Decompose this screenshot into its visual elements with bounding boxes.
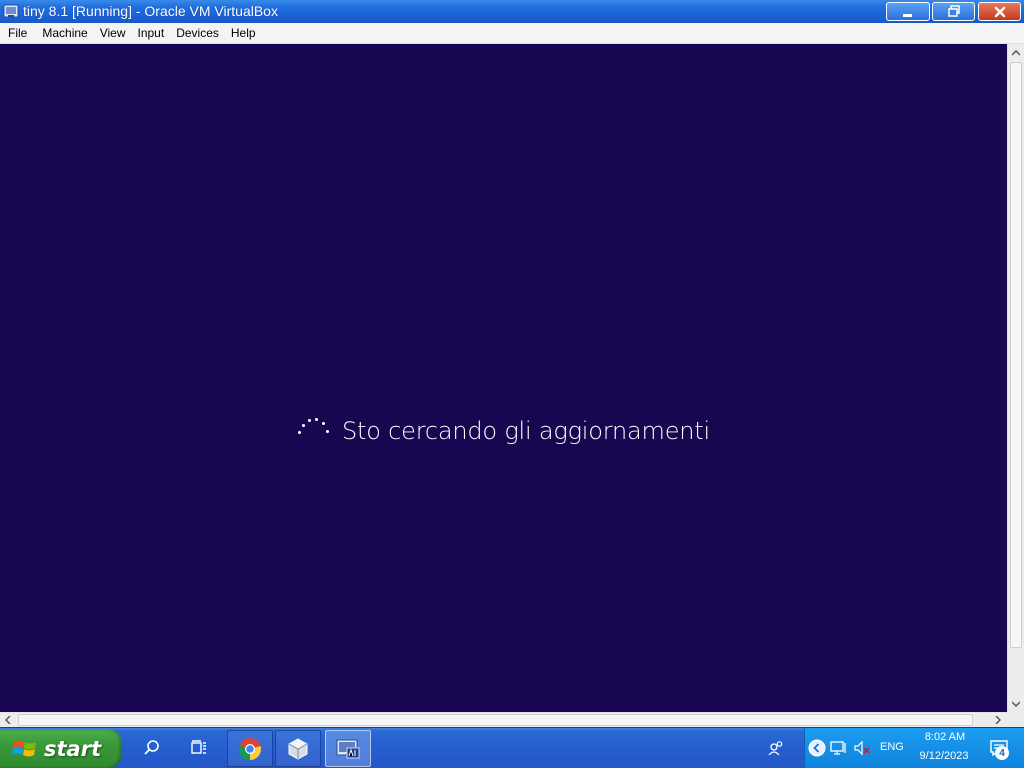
tray-overflow-button[interactable] [807, 738, 827, 758]
network-icon [830, 741, 846, 755]
taskbar-virtualbox[interactable] [275, 730, 321, 767]
menu-bar: File Machine View Input Devices Help [0, 23, 1024, 44]
people-button[interactable] [756, 730, 796, 766]
taskbar: start ENG 8:02 AM 9/12/2023 [0, 727, 1024, 768]
notification-count-badge: 4 [995, 746, 1009, 760]
maximize-button[interactable] [932, 2, 975, 21]
chevron-left-circle-icon [808, 739, 826, 757]
window-titlebar[interactable]: tiny 8.1 [Running] - Oracle VM VirtualBo… [0, 0, 1024, 23]
vm-screen[interactable]: Sto cercando gli aggiornamenti [0, 44, 1007, 712]
menu-machine[interactable]: Machine [36, 23, 93, 44]
scroll-up-button[interactable] [1008, 44, 1024, 61]
menu-file[interactable]: File [2, 23, 33, 44]
window-title: tiny 8.1 [Running] - Oracle VM VirtualBo… [23, 3, 278, 19]
scroll-down-button[interactable] [1008, 695, 1024, 712]
update-status-text: Sto cercando gli aggiornamenti [342, 417, 710, 445]
windows-flag-icon [12, 740, 36, 756]
clock-date[interactable]: 9/12/2023 [913, 750, 975, 762]
minimize-icon [903, 13, 912, 17]
tray-network-button[interactable] [829, 738, 849, 758]
vertical-scrollbar[interactable] [1007, 44, 1024, 712]
chevron-right-icon [995, 716, 1001, 724]
taskbar-vm-window[interactable] [325, 730, 371, 767]
task-view-icon [191, 740, 206, 754]
scrollbar-corner [1007, 712, 1024, 727]
chevron-down-icon [1012, 700, 1020, 707]
search-icon [144, 740, 159, 755]
search-button[interactable] [130, 730, 174, 766]
start-button[interactable]: start [0, 729, 122, 768]
chrome-icon [238, 737, 261, 760]
chevron-up-icon [1012, 49, 1020, 56]
horizontal-scrollbar[interactable] [0, 712, 1007, 727]
vertical-scroll-thumb[interactable] [1010, 62, 1022, 648]
clock-time[interactable]: 8:02 AM [919, 731, 971, 743]
menu-input[interactable]: Input [132, 23, 171, 44]
tray-volume-button[interactable] [852, 738, 872, 758]
task-view-button[interactable] [177, 730, 221, 766]
maximize-icon [947, 4, 960, 17]
update-status: Sto cercando gli aggiornamenti [296, 414, 710, 448]
menu-view[interactable]: View [94, 23, 132, 44]
volume-muted-icon [854, 740, 870, 756]
close-icon [994, 6, 1005, 17]
language-indicator[interactable]: ENG [880, 741, 904, 753]
chevron-left-icon [5, 716, 11, 724]
people-icon [768, 741, 783, 756]
virtualbox-icon [288, 737, 308, 760]
vm-window-icon [336, 739, 360, 758]
taskbar-chrome[interactable] [227, 730, 273, 767]
virtualbox-icon [3, 4, 19, 18]
minimize-button[interactable] [886, 2, 930, 21]
close-button[interactable] [978, 2, 1021, 21]
scroll-right-button[interactable] [990, 713, 1006, 727]
start-label: start [44, 736, 102, 761]
scroll-left-button[interactable] [0, 713, 16, 727]
system-tray: ENG 8:02 AM 9/12/2023 [804, 728, 1024, 768]
loading-spinner-icon [296, 414, 330, 448]
horizontal-scroll-thumb[interactable] [18, 714, 973, 726]
menu-devices[interactable]: Devices [170, 23, 225, 44]
menu-help[interactable]: Help [225, 23, 262, 44]
